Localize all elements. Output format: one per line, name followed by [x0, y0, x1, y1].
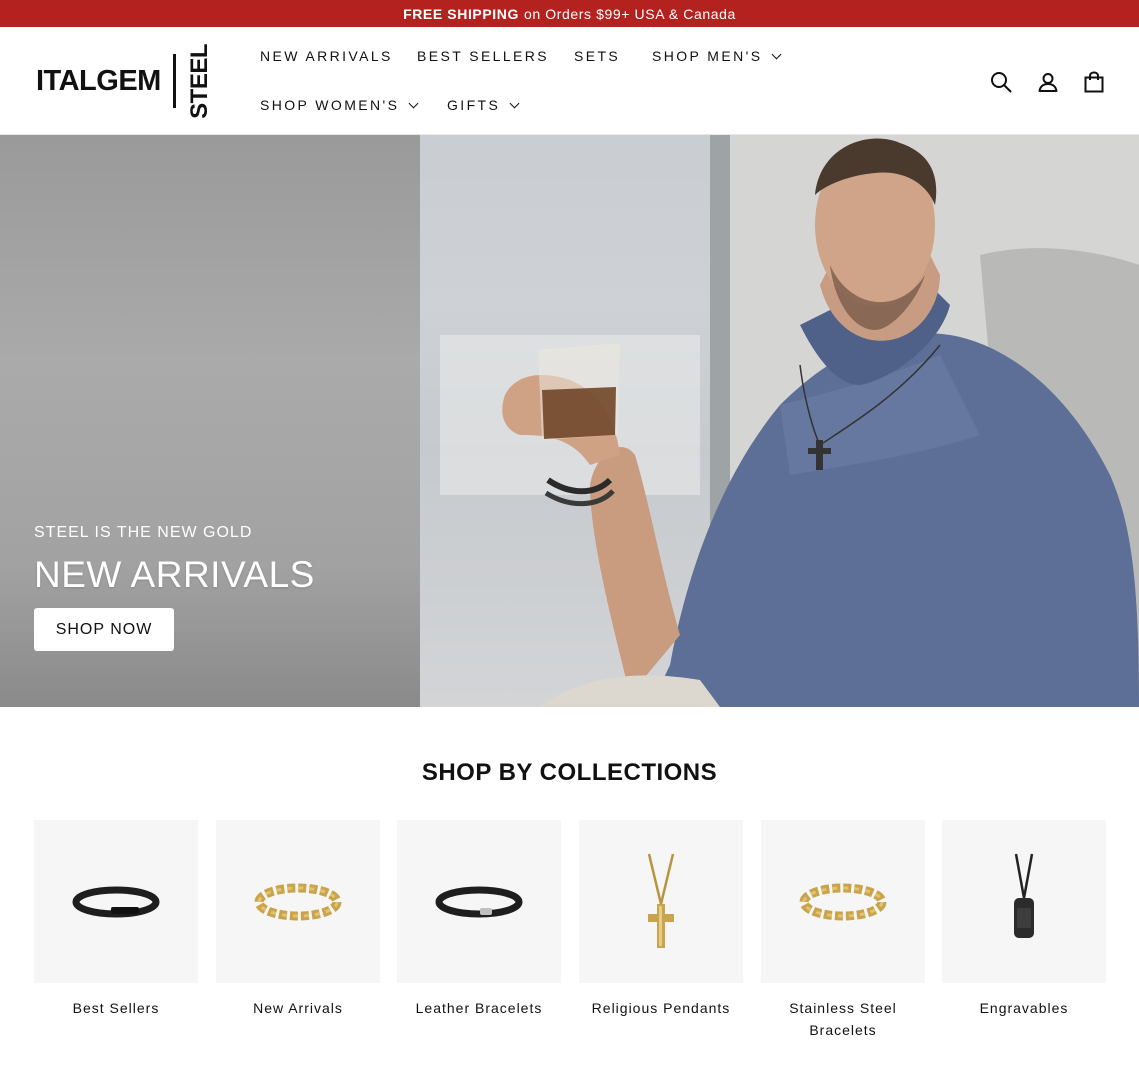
collection-label: Stainless Steel Bracelets — [789, 1000, 897, 1038]
collections-title: SHOP BY COLLECTIONS — [421, 759, 718, 786]
account-icon[interactable] — [1037, 71, 1059, 93]
nav-shop-womens[interactable]: SHOP WOMEN'S — [260, 97, 419, 113]
nav-gifts[interactable]: GIFTS — [447, 97, 520, 113]
hero-content: STEEL IS THE NEW GOLD NEW ARRIVALS SHOP … — [34, 524, 315, 651]
collection-image — [34, 820, 198, 983]
shop-now-button[interactable]: SHOP NOW — [34, 608, 174, 651]
gold-chain-icon — [799, 883, 887, 920]
collection-image — [579, 820, 743, 983]
chevron-down-icon — [509, 98, 520, 108]
site-header: ITALGEM STEEL NEW ARRIVALS BEST SELLERS … — [0, 27, 1139, 135]
collection-label: Best Sellers — [72, 1000, 160, 1016]
chevron-down-icon — [408, 98, 419, 108]
leather-bracelet-icon — [435, 886, 523, 917]
nav-shop-mens[interactable]: SHOP MEN'S — [652, 48, 782, 64]
black-bracelet-icon — [72, 886, 160, 917]
collection-card-religious-pendants[interactable]: Religious Pendants — [579, 820, 743, 1019]
nav-label: BEST SELLERS — [417, 48, 550, 64]
gold-chain-icon — [254, 883, 342, 920]
search-icon[interactable] — [990, 71, 1012, 93]
collection-card-new-arrivals[interactable]: New Arrivals — [216, 820, 380, 1019]
nav-label: SETS — [574, 48, 621, 64]
cross-pendant-icon — [647, 853, 675, 948]
nav-label: NEW ARRIVALS — [260, 48, 393, 64]
collection-label: Leather Bracelets — [415, 1000, 543, 1016]
nav-best-sellers[interactable]: BEST SELLERS — [417, 48, 549, 64]
collection-image — [397, 820, 561, 983]
nav-label: SHOP WOMEN'S — [260, 97, 400, 113]
collection-image — [761, 820, 925, 983]
announcement-text: on Orders $99+ USA & Canada — [524, 5, 736, 22]
collection-image — [216, 820, 380, 983]
collections-grid: Best Sellers New Arrivals Leather Bracel… — [34, 820, 1106, 1050]
announcement-bold: FREE SHIPPING — [403, 5, 519, 22]
dog-tag-icon — [1014, 853, 1034, 938]
collection-label: Engravables — [979, 1000, 1069, 1016]
chevron-down-icon — [771, 49, 782, 59]
collection-image — [942, 820, 1106, 983]
nav-new-arrivals[interactable]: NEW ARRIVALS — [260, 48, 393, 64]
nav-label: SHOP MEN'S — [652, 48, 763, 64]
collection-card-leather-bracelets[interactable]: Leather Bracelets — [397, 820, 561, 1019]
nav-label: GIFTS — [447, 97, 501, 113]
hero-kicker: STEEL IS THE NEW GOLD — [34, 524, 253, 541]
collection-card-best-sellers[interactable]: Best Sellers — [34, 820, 198, 1019]
collection-card-engravables[interactable]: Engravables — [942, 820, 1106, 1019]
cart-icon[interactable] — [1083, 71, 1105, 93]
hero-title: NEW ARRIVALS — [34, 554, 315, 595]
collection-card-stainless-steel-bracelets[interactable]: Stainless Steel Bracelets — [761, 820, 925, 1041]
hero-model-image — [420, 135, 1139, 707]
nav-sets[interactable]: SETS — [574, 48, 620, 64]
collection-label: Religious Pendants — [591, 1000, 731, 1016]
collection-label: New Arrivals — [253, 1000, 343, 1016]
hero-banner: STEEL IS THE NEW GOLD NEW ARRIVALS SHOP … — [0, 135, 1139, 707]
announcement-bar: FREE SHIPPING on Orders $99+ USA & Canad… — [0, 0, 1139, 27]
main-nav: NEW ARRIVALS BEST SELLERS SETS SHOP MEN'… — [0, 27, 900, 135]
